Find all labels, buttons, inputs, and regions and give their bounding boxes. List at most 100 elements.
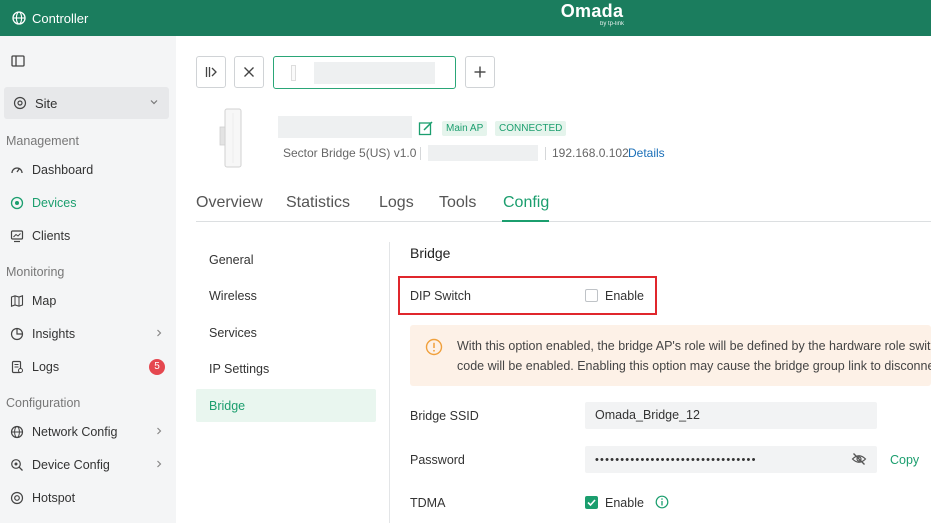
device-tabs: Overview Statistics Logs Tools Config <box>196 186 931 222</box>
add-device-tab-button[interactable] <box>465 56 495 88</box>
sidebar-item-label: Hotspot <box>32 491 76 505</box>
subnav-bridge[interactable]: Bridge <box>196 389 376 422</box>
device-ip: 192.168.0.102 <box>552 146 629 160</box>
sidebar-item-label: Device Config <box>32 458 110 472</box>
logs-document-icon <box>11 360 23 374</box>
network-globe-icon <box>10 425 24 439</box>
device-mac-redacted <box>428 145 538 161</box>
sidebar-item-dashboard[interactable]: Dashboard <box>0 155 176 185</box>
hotspot-icon <box>10 491 24 505</box>
device-thumbnail-icon <box>291 65 296 81</box>
warning-icon <box>425 338 443 356</box>
expand-panel-button[interactable] <box>196 56 226 88</box>
sidebar-item-devices[interactable]: Devices <box>0 188 176 218</box>
top-bar: Controller Omada by tp-link <box>0 0 931 36</box>
close-panel-button[interactable] <box>234 56 264 88</box>
sidebar: Site Management Dashboard Devices Client… <box>0 36 176 523</box>
subnav-ip-settings[interactable]: IP Settings <box>196 352 376 385</box>
subnav-wireless[interactable]: Wireless <box>196 279 376 312</box>
dashboard-gauge-icon <box>11 167 23 174</box>
tab-tools[interactable]: Tools <box>439 194 476 212</box>
status-badge: CONNECTED <box>495 121 567 136</box>
close-icon <box>244 67 254 77</box>
chevron-right-icon <box>157 460 162 468</box>
sidebar-item-label: Dashboard <box>32 163 94 177</box>
sidebar-item-logs[interactable]: Logs 5 <box>0 352 176 382</box>
map-icon <box>10 295 24 307</box>
dip-switch-label: DIP Switch <box>410 289 471 303</box>
copy-password-link[interactable]: Copy <box>890 453 919 467</box>
device-model: Sector Bridge 5(US) v1.0 <box>283 146 417 160</box>
logo-sub-text: by tp-link <box>599 21 624 27</box>
bridge-ssid-label: Bridge SSID <box>410 409 479 423</box>
warning-text-line2: code will be enabled. Enabling this opti… <box>457 359 931 373</box>
sector-bridge-device-image <box>219 108 242 168</box>
bridge-section-title: Bridge <box>410 245 451 261</box>
clients-monitor-icon <box>10 230 24 243</box>
location-pin-icon <box>13 96 27 110</box>
site-select[interactable]: Site <box>4 87 169 119</box>
chevron-down-icon <box>150 100 158 105</box>
sidebar-item-network-config[interactable]: Network Config <box>0 417 176 447</box>
site-label: Site <box>35 95 58 111</box>
device-config-search-icon <box>11 459 23 471</box>
edit-icon[interactable] <box>418 120 434 136</box>
divider <box>545 147 546 160</box>
logo-main-text: Omada <box>560 1 624 21</box>
device-tab-selector[interactable] <box>273 56 456 89</box>
info-icon[interactable] <box>655 495 669 509</box>
password-input[interactable]: •••••••••••••••••••••••••••••••• <box>585 446 877 473</box>
device-name-redacted <box>278 116 412 138</box>
tab-statistics[interactable]: Statistics <box>286 194 350 212</box>
sidebar-item-label: Clients <box>32 229 71 243</box>
sidebar-item-insights[interactable]: Insights <box>0 319 176 349</box>
section-configuration: Configuration <box>6 396 81 410</box>
password-value: •••••••••••••••••••••••••••••••• <box>595 454 757 466</box>
subnav-services[interactable]: Services <box>196 316 376 349</box>
sidebar-item-clients[interactable]: Clients <box>0 221 176 251</box>
details-link[interactable]: Details <box>628 146 665 160</box>
sidebar-item-label: Devices <box>32 196 77 210</box>
sidebar-toggle-icon[interactable] <box>10 53 26 69</box>
sidebar-item-device-config[interactable]: Device Config <box>0 450 176 480</box>
bridge-ssid-input[interactable]: Omada_Bridge_12 <box>585 402 877 429</box>
sidebar-item-label: Network Config <box>32 425 118 439</box>
logs-count-badge: 5 <box>149 359 165 375</box>
sidebar-item-label: Logs <box>32 360 60 374</box>
tdma-enable-label[interactable]: Enable <box>605 496 644 510</box>
section-management: Management <box>6 134 79 148</box>
controller-switch[interactable]: Controller <box>12 0 88 36</box>
checkmark-icon <box>587 499 596 507</box>
password-label: Password <box>410 453 465 467</box>
chevron-right-icon <box>157 329 162 337</box>
insights-pie-icon <box>10 327 24 341</box>
main-ap-tag: Main AP <box>442 121 488 136</box>
plus-icon <box>474 66 486 78</box>
tab-logs[interactable]: Logs <box>379 194 414 212</box>
tdma-label: TDMA <box>410 496 446 510</box>
subnav-divider <box>389 242 390 523</box>
subnav-general[interactable]: General <box>196 243 376 276</box>
active-tab-underline <box>502 220 549 222</box>
warning-text-line1: With this option enabled, the bridge AP'… <box>457 339 931 353</box>
dip-switch-warning: With this option enabled, the bridge AP'… <box>410 325 931 386</box>
chevron-right-icon <box>157 427 162 435</box>
tdma-checkbox[interactable] <box>585 496 598 509</box>
sidebar-item-label: Insights <box>32 327 76 341</box>
device-name-redacted <box>314 62 435 84</box>
divider <box>420 147 421 160</box>
sidebar-item-label: Map <box>32 294 57 308</box>
tab-overview[interactable]: Overview <box>196 194 263 212</box>
controller-label: Controller <box>32 10 89 26</box>
expand-panel-icon <box>205 67 217 77</box>
devices-icon <box>10 196 24 210</box>
globe-icon <box>12 11 26 25</box>
section-monitoring: Monitoring <box>6 265 65 279</box>
tab-config[interactable]: Config <box>503 194 549 212</box>
sidebar-item-map[interactable]: Map <box>0 286 176 316</box>
omada-logo: Omada by tp-link <box>560 1 624 28</box>
dip-switch-enable-label[interactable]: Enable <box>605 289 644 303</box>
sidebar-item-hotspot[interactable]: Hotspot <box>0 483 176 513</box>
dip-switch-checkbox[interactable] <box>585 289 598 302</box>
eye-hidden-icon[interactable] <box>851 452 867 466</box>
